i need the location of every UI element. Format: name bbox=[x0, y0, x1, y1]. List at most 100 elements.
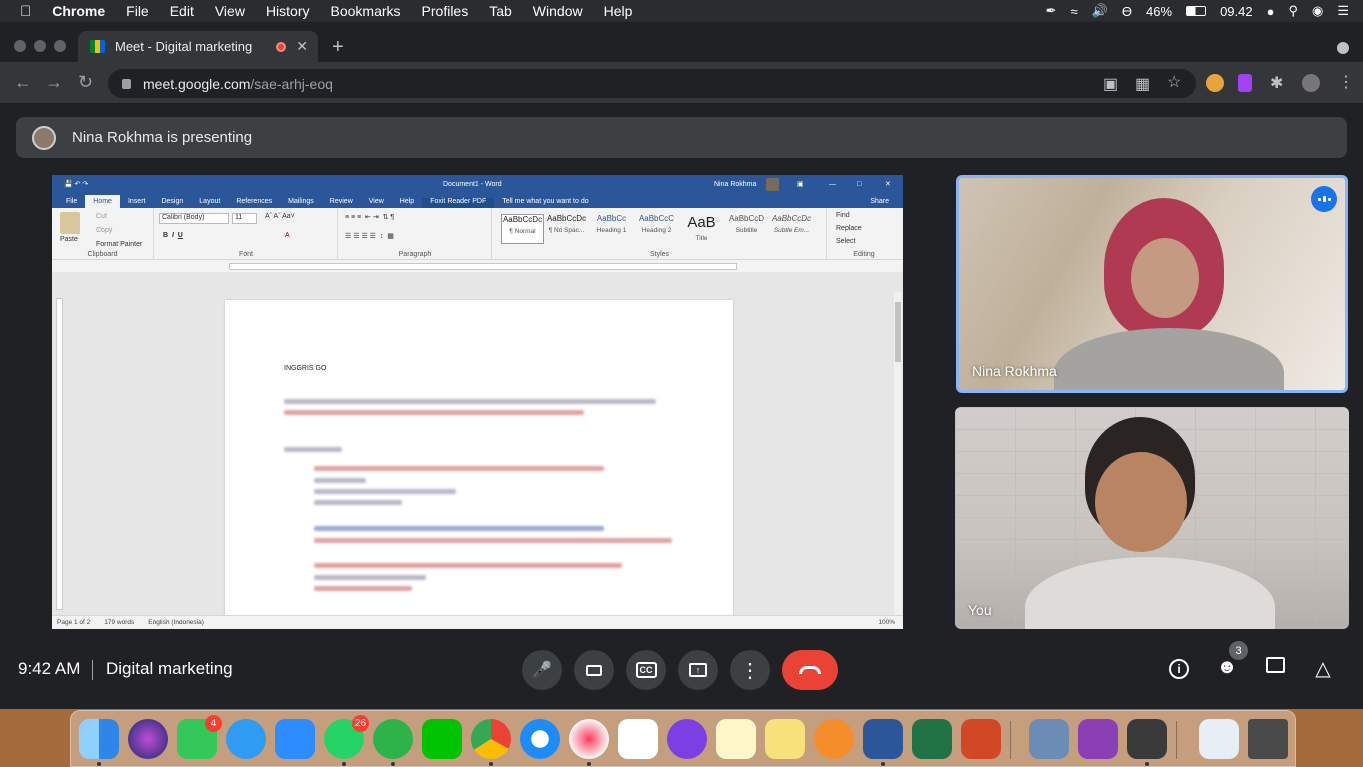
close-tab-icon[interactable]: ✕ bbox=[296, 38, 308, 55]
chrome-icon[interactable] bbox=[471, 719, 511, 759]
horizontal-ruler bbox=[52, 260, 903, 272]
back-icon[interactable]: ← bbox=[14, 72, 32, 93]
status-zoom: 100% bbox=[878, 619, 895, 626]
stickies-icon[interactable] bbox=[765, 719, 805, 759]
participant-tile-nina[interactable]: Nina Rokhma bbox=[956, 175, 1348, 393]
wifi-icon[interactable]: ≈ bbox=[1071, 4, 1078, 19]
zoom-icon[interactable] bbox=[275, 719, 315, 759]
tab-search-icon[interactable] bbox=[1337, 42, 1349, 54]
safari-icon[interactable] bbox=[520, 719, 560, 759]
pen-extension-icon[interactable] bbox=[1238, 74, 1252, 92]
spotlight-search-icon[interactable]: ⚲ bbox=[1288, 3, 1298, 19]
preview-icon[interactable] bbox=[1029, 719, 1069, 759]
menu-bookmarks[interactable]: Bookmarks bbox=[331, 3, 401, 19]
style-normal: AaBbCcDc ¶ Normal bbox=[501, 214, 544, 244]
menu-history[interactable]: History bbox=[266, 3, 310, 19]
chat-icon[interactable] bbox=[1262, 656, 1288, 682]
minimize-window-button[interactable] bbox=[34, 40, 46, 52]
font-name-box: Calibri (Body) bbox=[159, 213, 229, 224]
word-user-avatar bbox=[766, 178, 779, 191]
word-tab-home: Home bbox=[85, 195, 120, 208]
whatsapp-icon[interactable]: 26 bbox=[324, 715, 369, 759]
document-stack-icon[interactable] bbox=[1199, 719, 1239, 759]
url-path: /sae-arhj-eoq bbox=[250, 75, 333, 92]
extensions-puzzle-icon[interactable]: ✱ bbox=[1270, 73, 1283, 93]
word-ribbon: Paste Cut Copy Format Painter Clipboard … bbox=[52, 208, 903, 260]
meeting-details-icon[interactable]: i bbox=[1166, 656, 1192, 682]
word-title-bar: 💾 ↶ ↷ Document1 - Word Nina Rokhma ▣ — □… bbox=[52, 175, 903, 193]
camera-button[interactable] bbox=[574, 650, 614, 690]
volume-icon[interactable]: 🔊 bbox=[1092, 3, 1108, 19]
lock-icon[interactable] bbox=[122, 78, 131, 89]
new-tab-button[interactable]: + bbox=[332, 36, 344, 59]
messages-icon[interactable] bbox=[226, 719, 266, 759]
clipboard-group: Paste Cut Copy Format Painter Clipboard bbox=[52, 208, 154, 260]
clock[interactable]: 09.42 bbox=[1220, 4, 1253, 19]
word-title: Document1 - Word bbox=[443, 180, 502, 188]
control-center-icon[interactable]: ☰ bbox=[1337, 3, 1349, 19]
battery-percent[interactable]: 46% bbox=[1146, 4, 1172, 19]
hang-up-icon bbox=[799, 666, 821, 674]
siri-icon[interactable]: ◉ bbox=[1312, 3, 1323, 19]
notes-icon[interactable] bbox=[716, 719, 756, 759]
captions-button[interactable]: CC bbox=[626, 650, 666, 690]
bookmark-star-icon[interactable]: ☆ bbox=[1167, 72, 1181, 92]
bluetooth-icon[interactable]: ϴ bbox=[1122, 4, 1132, 19]
paragraph-label: Paragraph bbox=[398, 251, 432, 258]
apple-icon[interactable]:  bbox=[20, 3, 31, 20]
menu-file[interactable]: File bbox=[126, 3, 149, 19]
camera-in-use-icon[interactable]: ▣ bbox=[1103, 74, 1118, 94]
present-icon: ↑ bbox=[689, 663, 707, 677]
font-label: Font bbox=[238, 251, 253, 258]
menu-edit[interactable]: Edit bbox=[170, 3, 194, 19]
address-bar[interactable]: meet.google.com/sae-arhj-eoq bbox=[108, 69, 1196, 98]
notebook-icon[interactable] bbox=[1078, 719, 1118, 759]
line-icon[interactable] bbox=[422, 719, 462, 759]
trash-icon[interactable] bbox=[1248, 719, 1288, 759]
forward-icon[interactable]: → bbox=[45, 72, 63, 93]
excel-icon[interactable] bbox=[912, 719, 952, 759]
find-label: Find bbox=[836, 212, 850, 219]
siri-dock-icon[interactable] bbox=[128, 719, 168, 759]
clickup-icon[interactable] bbox=[618, 719, 658, 759]
shortcut-app-icon[interactable] bbox=[667, 719, 707, 759]
extension-icon[interactable] bbox=[1206, 74, 1224, 92]
books-icon[interactable] bbox=[814, 719, 854, 759]
music-icon[interactable] bbox=[569, 719, 609, 759]
leave-call-button[interactable] bbox=[782, 650, 838, 690]
menu-view[interactable]: View bbox=[215, 3, 245, 19]
sublime-text-icon[interactable] bbox=[1127, 719, 1167, 759]
finder-icon[interactable] bbox=[79, 719, 119, 759]
present-now-button[interactable]: ↑ bbox=[678, 650, 718, 690]
menu-tab[interactable]: Tab bbox=[489, 3, 512, 19]
close-window-button[interactable] bbox=[14, 40, 26, 52]
word-close-icon: ✕ bbox=[885, 181, 891, 188]
word-tab-design: Design bbox=[161, 198, 184, 205]
browser-menu-icon[interactable]: ⋮ bbox=[1338, 72, 1354, 92]
whatsapp-badge: 26 bbox=[351, 715, 369, 732]
translate-icon[interactable]: ▦ bbox=[1135, 74, 1150, 94]
zoom-window-button[interactable] bbox=[54, 40, 66, 52]
save-icon: 💾 ↶ ↷ bbox=[64, 181, 89, 188]
word-ribbon-tabs: File Home Insert Design Layout Reference… bbox=[52, 193, 903, 208]
more-options-button[interactable]: ⋮ bbox=[730, 650, 770, 690]
browser-tab-meet[interactable]: Meet - Digital marketing ✕ bbox=[78, 31, 318, 62]
profile-avatar[interactable] bbox=[1302, 74, 1320, 92]
activities-icon[interactable]: △ bbox=[1310, 656, 1336, 682]
menu-help[interactable]: Help bbox=[604, 3, 633, 19]
menu-window[interactable]: Window bbox=[533, 3, 583, 19]
word-icon[interactable] bbox=[863, 719, 903, 759]
battery-icon[interactable] bbox=[1186, 6, 1207, 16]
app-menu-chrome[interactable]: Chrome bbox=[52, 3, 105, 19]
microphone-button[interactable]: 🎤 bbox=[522, 650, 562, 690]
chat-app-icon[interactable] bbox=[373, 719, 413, 759]
user-icon[interactable]: ● bbox=[1267, 4, 1275, 19]
meet-favicon-icon bbox=[90, 40, 105, 53]
facetime-icon[interactable]: 4 bbox=[177, 715, 222, 759]
menu-profiles[interactable]: Profiles bbox=[422, 3, 469, 19]
feather-icon[interactable]: ✒ bbox=[1046, 3, 1057, 19]
powerpoint-icon[interactable] bbox=[961, 719, 1001, 759]
reload-icon[interactable]: ↻ bbox=[78, 72, 93, 93]
document-area: INGGRIS GO bbox=[52, 284, 903, 629]
participant-tile-you[interactable]: You bbox=[955, 407, 1349, 629]
